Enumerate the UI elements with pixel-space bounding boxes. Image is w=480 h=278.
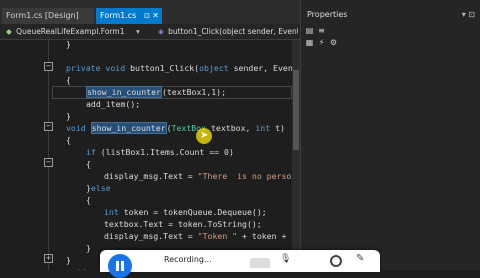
code-line[interactable]: }: [66, 40, 71, 50]
code-line[interactable]: {: [86, 158, 91, 170]
close-icon[interactable]: ✕: [152, 8, 159, 24]
code-line[interactable]: display_msg.Text = "Token " + token + ": [104, 230, 292, 242]
tab-label: Form1.cs: [100, 11, 137, 20]
recording-timer: [250, 258, 270, 268]
code-line[interactable]: if (listBox1.Items.Count == 0): [86, 146, 234, 158]
categorized-icon[interactable]: ▤: [305, 26, 314, 35]
project-dropdown[interactable]: ◆ QueueRealLifeExampl.Form1: [6, 24, 124, 39]
code-line[interactable]: display_msg.Text = "There is no person: [104, 170, 292, 182]
code-line[interactable]: int token = tokenQueue.Dequeue();: [104, 206, 267, 218]
alphabetical-icon[interactable]: ≡: [317, 26, 326, 35]
mouse-cursor-highlight: ➤: [196, 128, 212, 144]
collapse-toggle-icon[interactable]: −: [44, 158, 53, 167]
properties-panel: Properties ▾ ⊡ ▤ ≡ ▦ ⚡ ⚙: [300, 0, 480, 270]
pin-icon[interactable]: ▾ ⊡: [462, 10, 475, 19]
code-line[interactable]: void ac: [66, 266, 101, 270]
project-label: QueueRealLifeExampl.Form1: [16, 27, 125, 36]
stop-icon[interactable]: [330, 255, 342, 267]
code-line[interactable]: textbox.Text = token.ToString();: [104, 218, 262, 230]
member-dropdown[interactable]: ◈ button1_Click(object sender, EventAr: [158, 24, 298, 39]
code-line[interactable]: {: [66, 74, 71, 86]
events-icon[interactable]: ⚡: [317, 38, 326, 47]
code-line[interactable]: }: [86, 242, 91, 254]
collapse-toggle-icon[interactable]: −: [44, 122, 53, 131]
code-line[interactable]: }: [66, 254, 71, 266]
code-line[interactable]: {: [86, 194, 91, 206]
code-line[interactable]: {: [66, 134, 71, 146]
method-icon: ◈: [158, 27, 164, 36]
property-pages-icon[interactable]: ⚙: [329, 38, 338, 47]
code-line[interactable]: private void button1_Click(object sender…: [66, 62, 292, 74]
code-line[interactable]: show_in_counter(textBox1,1);: [86, 86, 226, 98]
pointer-icon: ➤: [200, 130, 209, 141]
code-line[interactable]: }: [66, 110, 71, 122]
outline-guide: [48, 40, 49, 270]
tab-form1-design[interactable]: Form1.cs [Design]: [2, 8, 94, 24]
scrollbar-thumb[interactable]: [293, 70, 299, 150]
csharp-project-icon: ◆: [6, 27, 12, 36]
microphone-icon[interactable]: 🎙: [280, 254, 291, 264]
code-line[interactable]: }else: [86, 182, 111, 194]
properties-title: Properties: [307, 10, 348, 19]
pen-icon[interactable]: ✎: [356, 253, 364, 264]
member-label: button1_Click(object sender, EventAr: [168, 27, 298, 36]
tab-form1-cs[interactable]: Form1.cs ⊡ ✕: [96, 8, 162, 24]
tab-label: Form1.cs [Design]: [6, 11, 79, 20]
document-tab-bar: Form1.cs [Design] Form1.cs ⊡ ✕: [0, 8, 300, 24]
collapse-toggle-icon[interactable]: +: [44, 254, 53, 263]
navigation-bar: ◆ QueueRealLifeExampl.Form1 ▾ ◈ button1_…: [0, 24, 300, 40]
recording-label: Recording...: [164, 255, 212, 264]
properties-toolbar: ▤ ≡ ▦ ⚡ ⚙: [305, 26, 477, 50]
code-editor[interactable]: − − − + } private void button1_Click(obj…: [0, 40, 292, 270]
collapse-toggle-icon[interactable]: −: [44, 62, 53, 71]
editor-scrollbar[interactable]: [292, 40, 300, 270]
code-line[interactable]: add_item();: [86, 98, 140, 110]
recording-toolbar: Recording... 🎙 ✎: [100, 250, 380, 278]
chevron-down-icon[interactable]: ▾: [136, 24, 140, 39]
pause-icon[interactable]: [108, 254, 132, 278]
pin-icon[interactable]: ⊡: [144, 8, 150, 24]
code-line[interactable]: void show_in_counter(TextBox textbox, in…: [66, 122, 285, 134]
properties-icon[interactable]: ▦: [305, 38, 314, 47]
